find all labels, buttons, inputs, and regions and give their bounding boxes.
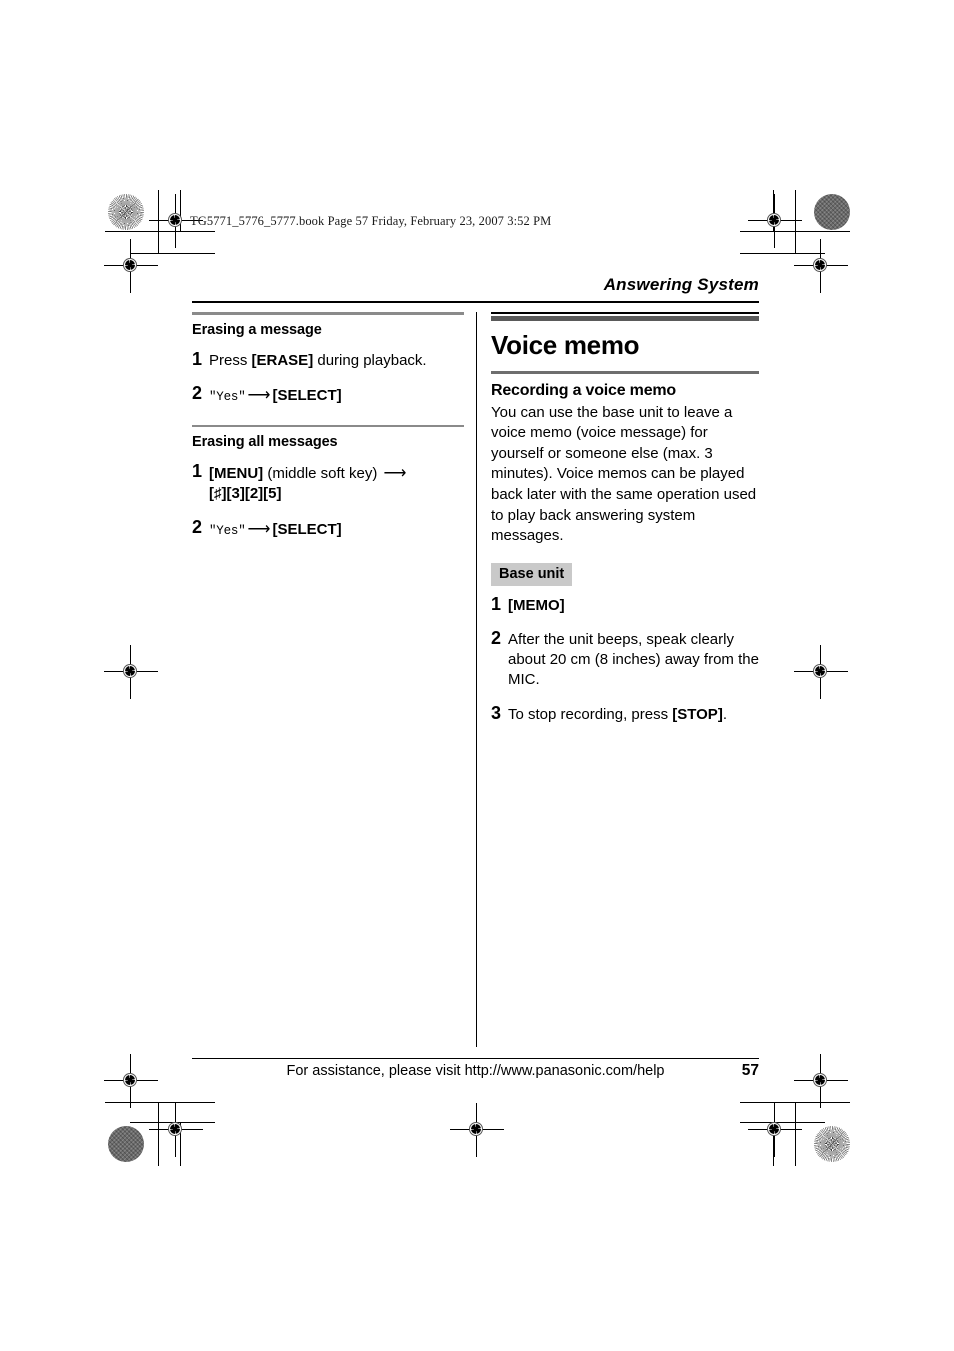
crop-mark-top-left-v1 [158, 190, 160, 254]
chapter-rule-thick [491, 316, 759, 321]
registration-target-bottom-right [794, 1054, 848, 1108]
display-text: "Yes" [209, 390, 246, 405]
instruction-step: 2 "Yes" ⟶ [SELECT] [192, 384, 464, 406]
section-rule [491, 370, 759, 374]
step-number: 2 [491, 628, 502, 649]
header-rule [192, 301, 759, 303]
crop-mark-top-right-v1 [795, 190, 797, 254]
registration-target-right-middle [794, 645, 848, 699]
density-circle-top-right [814, 194, 850, 230]
step-text: Press [209, 351, 252, 369]
base-unit-badge: Base unit [491, 562, 573, 586]
registration-target-top-right-lower [794, 239, 848, 293]
footer-assistance-text: For assistance, please visit http://www.… [286, 1063, 665, 1079]
instruction-step: 2 "Yes" ⟶ [SELECT] [192, 518, 464, 540]
registration-target-bottom-right-lower [748, 1103, 802, 1157]
step-number: 2 [192, 383, 203, 404]
step-text: (middle soft key) [263, 465, 382, 483]
step-body: "Yes" ⟶ [SELECT] [209, 384, 342, 406]
step-number: 3 [491, 702, 502, 723]
key-label: [MENU] [209, 465, 264, 483]
section-rule [192, 424, 464, 428]
display-text: "Yes" [209, 524, 246, 538]
registration-target-bottom-center [450, 1103, 504, 1157]
arrow-icon: ⟶ [247, 521, 271, 538]
right-column: Voice memo Recording a voice memo You can … [491, 312, 759, 739]
step-body: Press [ERASE] during playback. [209, 350, 427, 371]
halftone-density-circle-top-left [108, 194, 144, 230]
crop-mark-bottom-left-v1 [158, 1102, 160, 1166]
arrow-icon: ⟶ [383, 465, 407, 483]
section-rule [192, 312, 464, 315]
step-number: 1 [491, 593, 502, 614]
registration-target-top-right [748, 194, 802, 248]
key-label: [STOP] [672, 705, 723, 723]
key-label: [MEMO] [508, 596, 565, 614]
crop-mark-bottom-right-v1 [795, 1102, 797, 1166]
step-text: during playback. [313, 351, 427, 369]
instruction-step: 1 [MENU] (middle soft key) ⟶ [♯][3][2][5] [192, 462, 464, 504]
registration-target-bottom-left-lower [149, 1103, 203, 1157]
halftone-density-circle-bottom-right [814, 1126, 850, 1162]
step-body: To stop recording, press [STOP]. [508, 704, 727, 725]
step-body: [MEMO] [508, 595, 565, 616]
sub-heading: Erasing all messages [192, 434, 338, 451]
sub-heading: Erasing a message [192, 321, 322, 338]
step-text: After the unit beeps, speak clearly abou… [508, 631, 759, 688]
instruction-step: 2 After the unit beeps, speak clearly abo… [491, 629, 759, 689]
step-text: . [722, 705, 727, 723]
step-text: To stop recording, press [508, 705, 673, 723]
step-number: 1 [192, 348, 203, 369]
step-body: [MENU] (middle soft key) ⟶ [♯][3][2][5] [209, 462, 408, 504]
step-body: After the unit beeps, speak clearly abou… [508, 629, 759, 689]
density-circle-bottom-left [108, 1126, 144, 1162]
column-divider [476, 312, 478, 1047]
key-label: [♯][3][2][5] [209, 485, 282, 503]
key-label: [SELECT] [272, 387, 342, 405]
running-head-chapter: Answering System [603, 275, 759, 294]
manual-page: TG5771_5776_5777.book Page 57 Friday, Fe… [0, 0, 954, 1351]
crop-mark-top-left-h1 [105, 231, 215, 233]
step-number: 1 [192, 461, 203, 482]
left-column: Erasing a message 1 Press [ERASE] during p… [192, 312, 464, 554]
registration-target-bottom-left [104, 1054, 158, 1108]
key-label: [ERASE] [251, 351, 314, 369]
footer-rule [192, 1058, 759, 1060]
step-body: "Yes" ⟶ [SELECT] [209, 518, 342, 540]
chapter-rule-thin [491, 312, 759, 314]
registration-target-left-middle [104, 645, 158, 699]
registration-target-top-left-lower [104, 239, 158, 293]
key-label: [SELECT] [272, 521, 342, 538]
chapter-title: Voice memo [491, 329, 640, 360]
book-file-header: TG5771_5776_5777.book Page 57 Friday, Fe… [190, 214, 552, 228]
registration-target-top-left [149, 194, 203, 248]
instruction-step: 3 To stop recording, press [STOP]. [491, 702, 759, 725]
body-paragraph: You can use the base unit to leave a voi… [491, 403, 757, 545]
arrow-icon: ⟶ [247, 387, 271, 405]
crop-mark-bottom-left-h1 [105, 1102, 215, 1104]
instruction-step: 1 Press [ERASE] during playback. [192, 348, 464, 371]
section-heading: Recording a voice memo [491, 381, 676, 399]
page-number: 57 [741, 1062, 759, 1079]
step-number: 2 [192, 517, 203, 537]
instruction-step: 1 [MEMO] [491, 593, 759, 616]
